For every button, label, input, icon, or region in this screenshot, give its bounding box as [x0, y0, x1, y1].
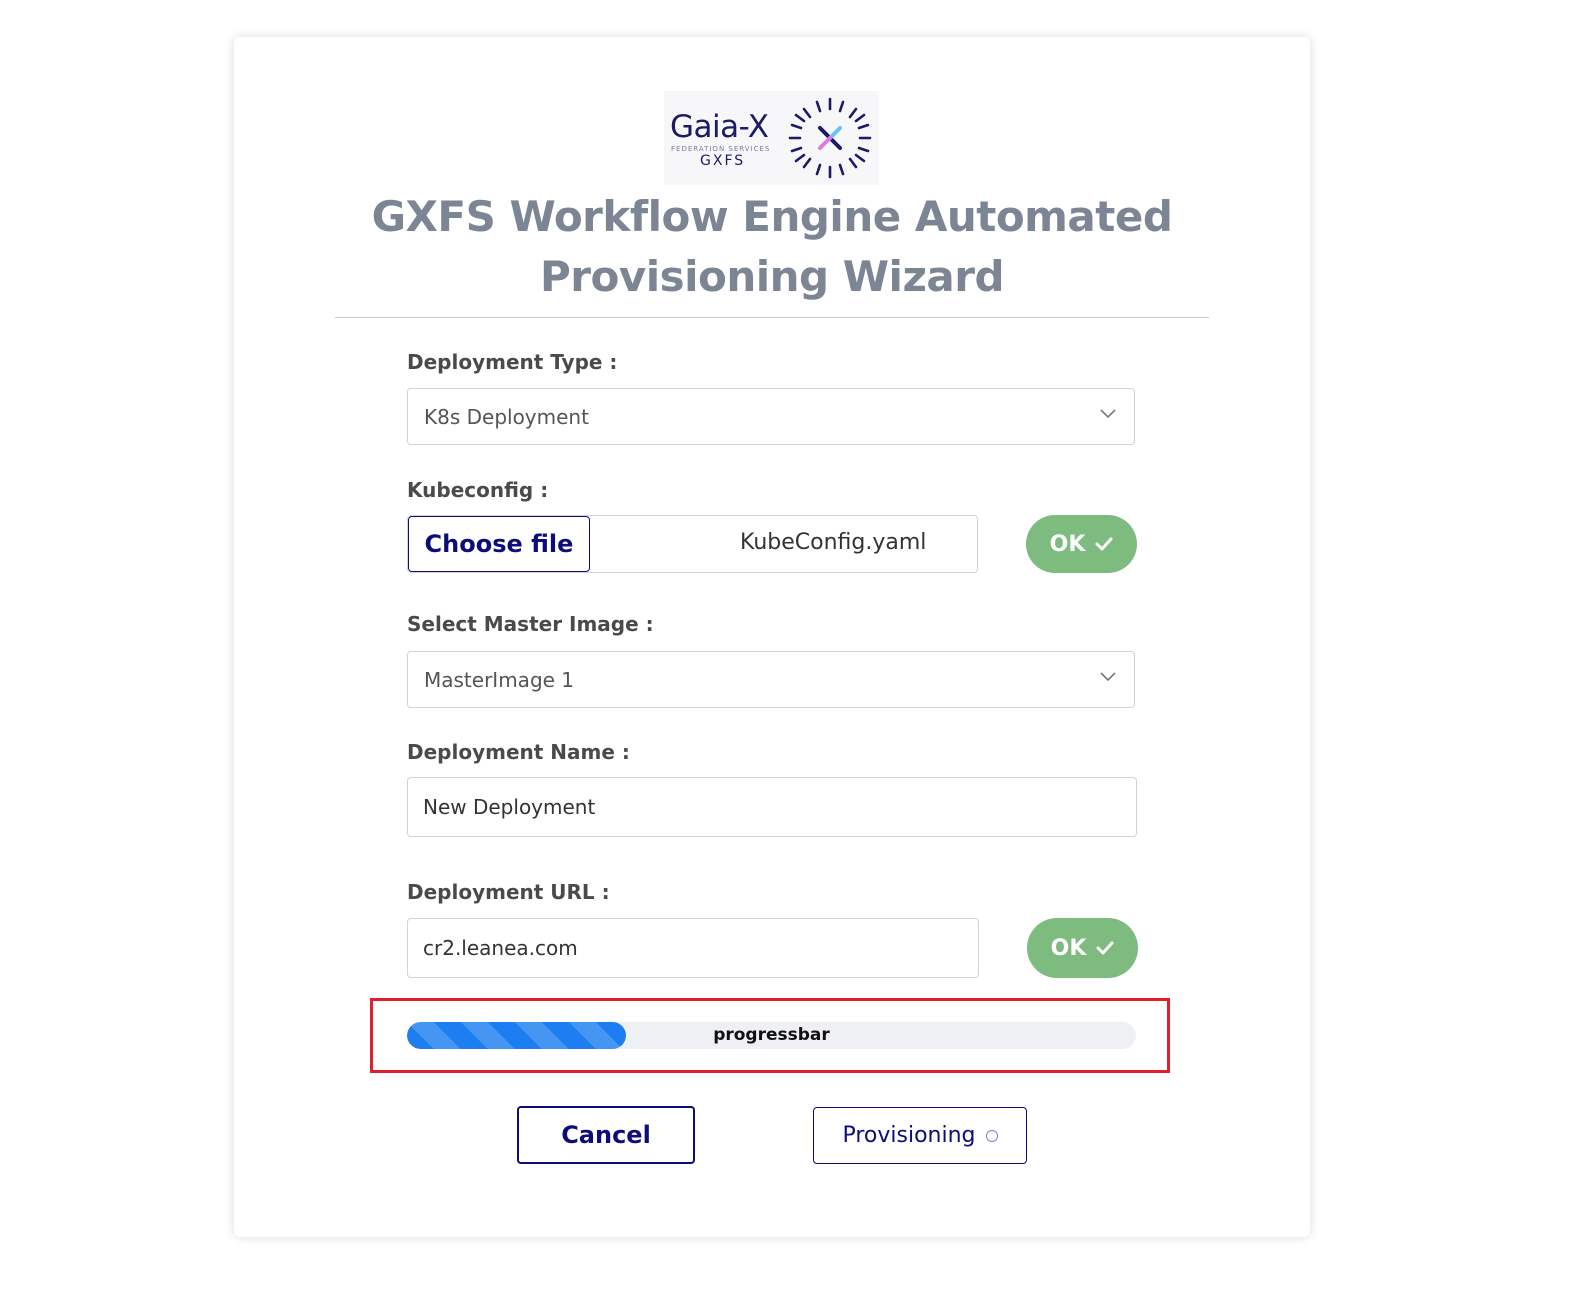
deployment-name-value: New Deployment [423, 795, 596, 819]
title-divider [335, 317, 1209, 318]
deployment-url-ok-label: OK [1050, 935, 1087, 961]
deployment-url-label: Deployment URL : [407, 880, 610, 904]
master-image-value: MasterImage 1 [424, 667, 575, 692]
master-image-label: Select Master Image : [407, 612, 654, 636]
deployment-url-ok-button[interactable]: OK [1027, 918, 1138, 978]
deployment-type-select[interactable]: K8s Deployment [407, 388, 1135, 445]
kubeconfig-label: Kubeconfig : [407, 478, 549, 502]
kubeconfig-file-name: KubeConfig.yaml [740, 530, 927, 555]
cancel-button[interactable]: Cancel [517, 1106, 695, 1164]
wizard-card: Gaia-X FEDERATION SERVICES GXFS GXFS Wor… [234, 37, 1310, 1237]
deployment-type-value: K8s Deployment [424, 404, 589, 429]
provisioning-button[interactable]: Provisioning [813, 1107, 1027, 1164]
deployment-name-input[interactable]: New Deployment [407, 777, 1137, 837]
spinner-icon [985, 1129, 998, 1142]
kubeconfig-ok-label: OK [1049, 531, 1086, 557]
logo-wordmark: Gaia-X [670, 109, 769, 145]
deployment-type-label: Deployment Type : [407, 350, 618, 374]
kubeconfig-ok-button[interactable]: OK [1026, 515, 1137, 573]
check-icon [1096, 941, 1114, 955]
provisioning-label: Provisioning [842, 1123, 976, 1148]
starburst-icon [788, 97, 872, 179]
deployment-url-input[interactable]: cr2.leanea.com [407, 918, 979, 978]
chevron-down-icon [1100, 672, 1116, 682]
check-icon [1095, 537, 1113, 551]
choose-file-button[interactable]: Choose file [408, 516, 590, 572]
gaia-x-logo: Gaia-X FEDERATION SERVICES GXFS [664, 91, 879, 185]
progress-bar-label: progressbar [713, 1025, 830, 1045]
logo-short: GXFS [700, 153, 746, 169]
chevron-down-icon [1100, 409, 1116, 419]
deployment-url-value: cr2.leanea.com [423, 936, 578, 960]
kubeconfig-file-input[interactable]: Choose file KubeConfig.yaml [407, 515, 978, 573]
master-image-select[interactable]: MasterImage 1 [407, 651, 1135, 708]
logo-subtitle: FEDERATION SERVICES [671, 145, 771, 153]
deployment-name-label: Deployment Name : [407, 740, 630, 764]
page-title: GXFS Workflow Engine Automated Provision… [371, 192, 1173, 301]
